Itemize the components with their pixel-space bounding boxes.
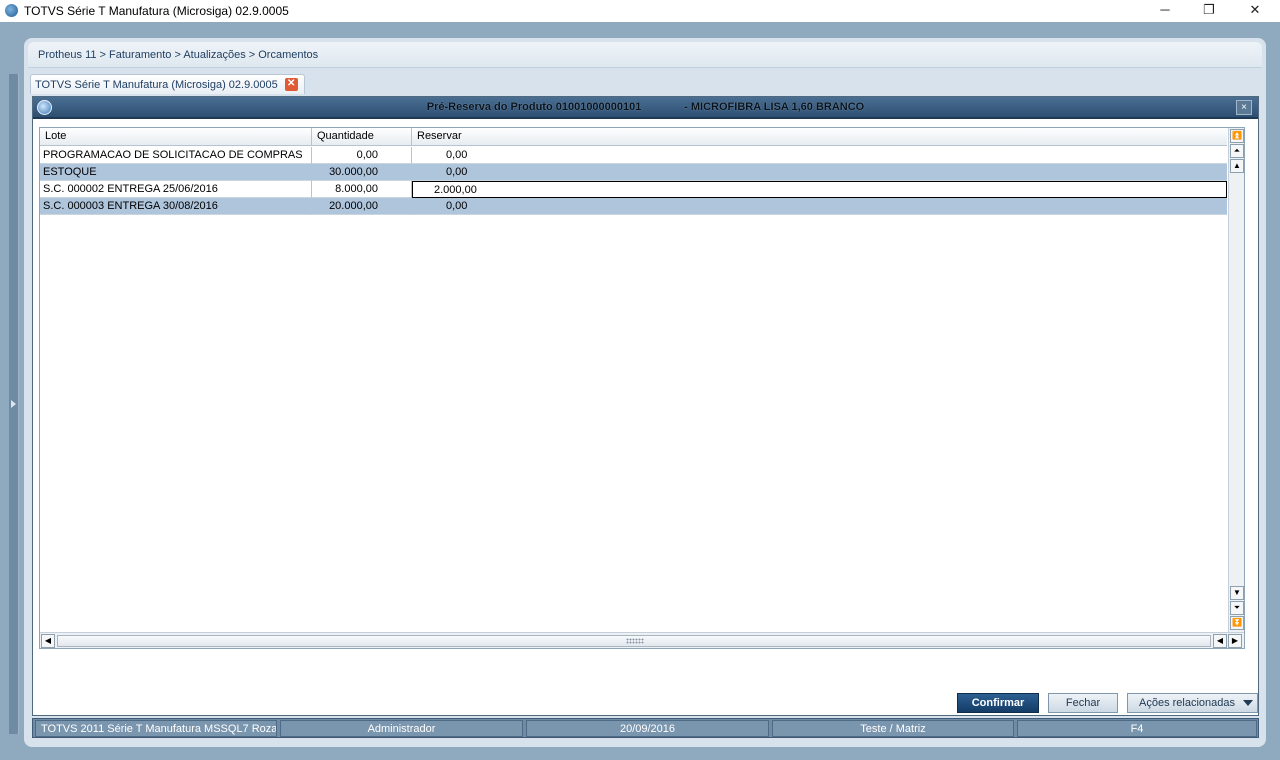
scroll-down-icon[interactable]: ▼ <box>1230 586 1244 600</box>
related-actions-button[interactable]: Ações relacionadas <box>1127 693 1258 713</box>
column-header-lote[interactable]: Lote <box>40 128 312 146</box>
breadcrumb[interactable]: Protheus 11 > Faturamento > Atualizações… <box>38 49 318 61</box>
cell-reservar[interactable]: 0,00 <box>412 147 1227 164</box>
status-system: TOTVS 2011 Série T Manufatura MSSQL7 Roz… <box>35 720 277 737</box>
close-window-button[interactable]: ✕ <box>1232 1 1278 21</box>
reservar-edit-field[interactable]: 2.000,00 <box>412 181 1227 198</box>
cell-lote[interactable]: ESTOQUE <box>40 164 312 181</box>
cell-reservar[interactable]: 0,00 <box>412 164 1227 181</box>
app-logo-icon <box>5 4 18 17</box>
table-row[interactable]: S.C. 000003 ENTREGA 30/08/2016 20.000,00… <box>40 198 1227 215</box>
scroll-thumb[interactable] <box>57 635 1211 647</box>
window-title: TOTVS Série T Manufatura (Microsiga) 02.… <box>24 4 289 18</box>
cell-quantidade[interactable]: 8.000,00 <box>312 181 412 198</box>
dropdown-arrow-icon <box>1243 700 1253 706</box>
cell-quantidade[interactable]: 20.000,00 <box>312 198 412 215</box>
sidebar-toggle[interactable] <box>9 74 19 734</box>
cell-lote[interactable]: S.C. 000003 ENTREGA 30/08/2016 <box>40 198 312 215</box>
table-row[interactable]: ESTOQUE 30.000,00 0,00 <box>40 164 1227 181</box>
expand-arrow-icon <box>11 400 16 408</box>
status-key: F4 <box>1017 720 1257 737</box>
cell-quantidade[interactable]: 0,00 <box>312 147 412 164</box>
grid-header: Lote Quantidade Reservar <box>40 128 1227 146</box>
maximize-button[interactable]: ❐ <box>1186 1 1232 21</box>
dialog-close-button[interactable]: × <box>1236 100 1252 115</box>
pre-reserva-dialog: Pré-Reserva do Produto 01001000000101 - … <box>32 96 1259 716</box>
cell-quantidade[interactable]: 30.000,00 <box>312 164 412 181</box>
dialog-titlebar: Pré-Reserva do Produto 01001000000101 - … <box>33 97 1258 119</box>
breadcrumb-bar: Protheus 11 > Faturamento > Atualizações… <box>28 42 1262 68</box>
cell-lote[interactable]: S.C. 000002 ENTREGA 25/06/2016 <box>40 181 312 198</box>
cell-reservar[interactable]: 0,00 <box>412 198 1227 215</box>
vertical-scrollbar[interactable]: ⏫ ⏶ ▲ ▼ ⏷ ⏬ <box>1228 128 1244 632</box>
column-header-reservar[interactable]: Reservar <box>412 128 1227 146</box>
scroll-bottom-icon[interactable]: ⏬ <box>1230 616 1244 630</box>
table-row[interactable]: PROGRAMACAO DE SOLICITACAO DE COMPRAS 0,… <box>40 147 1227 164</box>
scroll-page-down-icon[interactable]: ⏷ <box>1230 601 1244 615</box>
scroll-top-icon[interactable]: ⏫ <box>1230 129 1244 143</box>
close-tab-icon[interactable]: ✕ <box>284 78 298 91</box>
scroll-page-up-icon[interactable]: ⏶ <box>1230 144 1244 158</box>
minimize-button[interactable]: ─ <box>1142 1 1188 21</box>
lote-grid[interactable]: Lote Quantidade Reservar PROGRAMACAO DE … <box>39 127 1245 649</box>
grip-icon <box>626 638 644 644</box>
tab-label[interactable]: TOTVS Série T Manufatura (Microsiga) 02.… <box>35 79 278 91</box>
confirm-button[interactable]: Confirmar <box>957 693 1039 713</box>
scroll-right-icon[interactable]: ◀ <box>1213 634 1227 648</box>
app-frame: Protheus 11 > Faturamento > Atualizações… <box>24 38 1266 747</box>
scroll-left-icon[interactable]: ◀ <box>41 634 55 648</box>
related-actions-label: Ações relacionadas <box>1139 697 1236 709</box>
dialog-title: Pré-Reserva do Produto 01001000000101 - … <box>426 101 865 113</box>
fechar-button[interactable]: Fechar <box>1048 693 1118 713</box>
tab-main[interactable]: TOTVS Série T Manufatura (Microsiga) 02.… <box>30 74 305 94</box>
cell-lote[interactable]: PROGRAMACAO DE SOLICITACAO DE COMPRAS <box>40 147 312 164</box>
status-bar: TOTVS 2011 Série T Manufatura MSSQL7 Roz… <box>32 718 1259 738</box>
horizontal-scrollbar[interactable]: ◀ ◀ ▶ <box>40 632 1244 648</box>
status-date: 20/09/2016 <box>526 720 769 737</box>
scroll-right-end-icon[interactable]: ▶ <box>1228 634 1242 648</box>
window-titlebar: TOTVS Série T Manufatura (Microsiga) 02.… <box>0 0 1280 22</box>
scroll-up-icon[interactable]: ▲ <box>1230 159 1244 173</box>
table-row[interactable]: S.C. 000002 ENTREGA 25/06/2016 8.000,00 … <box>40 181 1227 198</box>
status-user: Administrador <box>280 720 523 737</box>
column-header-quantidade[interactable]: Quantidade <box>312 128 412 146</box>
status-company: Teste / Matriz <box>772 720 1014 737</box>
